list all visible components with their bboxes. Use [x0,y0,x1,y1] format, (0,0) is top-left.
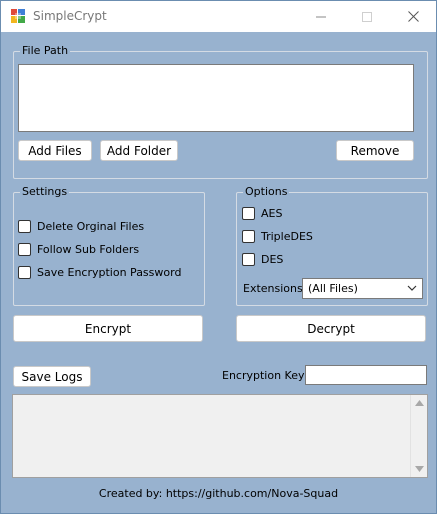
checkbox-box[interactable] [18,265,31,279]
checkbox-label: Delete Orginal Files [37,219,145,233]
file-path-group-title: File Path [20,44,71,58]
extensions-selected-value: (All Files) [308,282,358,295]
delete-original-files-checkbox[interactable]: Delete Orginal Files [18,218,144,234]
encryption-key-input[interactable] [305,365,427,385]
extensions-select[interactable]: (All Files) [302,278,423,299]
checkbox-label: TripleDES [261,229,313,243]
tripledes-checkbox[interactable]: TripleDES [242,228,313,244]
close-icon [407,11,419,22]
checkbox-label: Follow Sub Folders [37,242,140,256]
extensions-label: Extensions [243,282,303,295]
log-output[interactable] [12,394,428,478]
footer-credit: Created by: https://github.com/Nova-Squa… [98,487,339,500]
checkbox-box[interactable] [242,252,255,266]
maximize-button[interactable] [344,1,390,32]
follow-sub-folders-checkbox[interactable]: Follow Sub Folders [18,241,139,257]
checkbox-label: AES [261,206,283,220]
settings-group-title: Settings [20,185,70,199]
app-grid-icon [11,9,25,23]
add-files-button[interactable]: Add Files [18,140,92,161]
aes-checkbox[interactable]: AES [242,205,282,221]
minimize-button[interactable] [298,1,344,32]
scroll-down-arrow-icon[interactable] [415,466,424,472]
save-encryption-password-checkbox[interactable]: Save Encryption Password [18,264,181,280]
file-path-list[interactable] [18,64,414,132]
checkbox-box[interactable] [18,242,31,256]
des-checkbox[interactable]: DES [242,251,283,267]
remove-button[interactable]: Remove [336,140,414,161]
encrypt-button[interactable]: Encrypt [13,315,203,342]
checkbox-box[interactable] [18,219,31,233]
minimize-icon [316,16,326,17]
chevron-down-icon [407,285,417,291]
maximize-icon [362,11,372,22]
save-logs-button[interactable]: Save Logs [13,366,91,387]
scroll-up-arrow-icon[interactable] [415,400,424,406]
options-group-title: Options [243,185,290,199]
window-title: SimpleCrypt [33,9,107,23]
decrypt-button[interactable]: Decrypt [236,315,426,342]
checkbox-label: DES [261,252,284,266]
encryption-key-label: Encryption Key - [222,369,312,382]
checkbox-label: Save Encryption Password [37,265,182,279]
main-window: SimpleCrypt File Path Add Files Add Fold… [0,0,437,514]
checkbox-box[interactable] [242,229,255,243]
title-bar[interactable]: SimpleCrypt [1,1,436,32]
log-scrollbar[interactable] [410,395,427,477]
close-button[interactable] [390,1,436,32]
checkbox-box[interactable] [242,206,255,220]
add-folder-button[interactable]: Add Folder [100,140,178,161]
